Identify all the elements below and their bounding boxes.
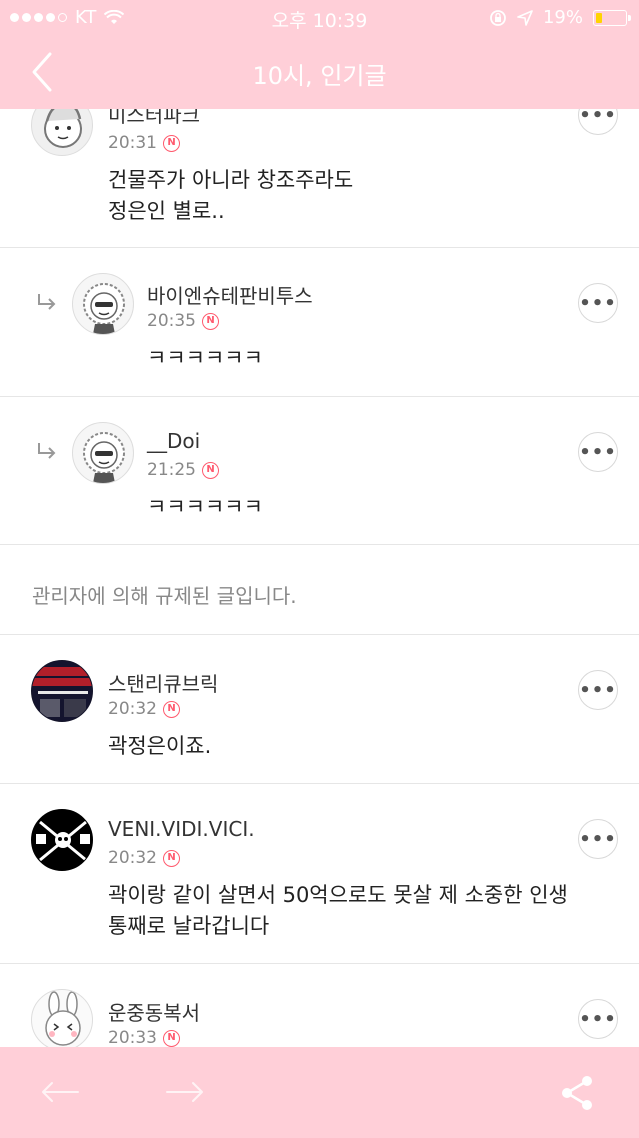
bottom-toolbar (0, 1047, 639, 1138)
more-options-button[interactable]: ••• (578, 109, 618, 135)
avatar[interactable] (31, 660, 93, 722)
comment-time: 20:32 (108, 848, 157, 868)
comment-time: 20:31 (108, 133, 157, 153)
avatar[interactable] (31, 109, 93, 156)
comment-body: ㅋㅋㅋㅋㅋㅋ (147, 492, 263, 523)
more-options-button[interactable]: ••• (578, 283, 618, 323)
more-options-button[interactable]: ••• (578, 819, 618, 859)
status-bar: KT 오후 10:39 19% (0, 0, 639, 36)
comment-username[interactable]: VENI.VIDI.VICI. (108, 817, 255, 841)
comment-meta: 21:25 N (147, 460, 219, 480)
comment-username[interactable]: __Doi (147, 429, 200, 453)
rotation-lock-icon (490, 9, 506, 26)
avatar[interactable] (31, 989, 93, 1047)
comment-username[interactable]: 스탠리큐브릭 (108, 668, 218, 697)
location-icon (517, 9, 533, 26)
comment-username[interactable]: 바이엔슈테판비투스 (147, 280, 313, 309)
comment-body: 건물주가 아니라 창조주라도 정은인 별로.. (108, 165, 353, 227)
comment-item-reply: __Doi 21:25 N ㅋㅋㅋㅋㅋㅋ ••• (0, 397, 639, 545)
comment-meta: 20:35 N (147, 311, 219, 331)
new-badge-icon: N (163, 700, 180, 718)
new-badge-icon: N (202, 312, 219, 330)
comment-item: 스탠리큐브릭 20:32 N 곽정은이죠. ••• (0, 635, 639, 784)
header-bar: KT 오후 10:39 19% 10시, 인기글 (0, 0, 639, 109)
comment-line: 곽정은이죠. (108, 734, 212, 758)
comment-line: 건물주가 아니라 창조주라도 (108, 168, 354, 192)
comment-line: ㅋㅋㅋㅋㅋㅋ (147, 495, 263, 519)
comment-username[interactable]: 미스터파크 (108, 109, 200, 128)
comment-meta: 20:32 N (108, 699, 180, 719)
comment-username[interactable]: 운중동복서 (108, 997, 200, 1026)
comment-meta: 20:32 N (108, 848, 180, 868)
new-badge-icon: N (163, 134, 180, 152)
comment-item: 미스터파크 20:31 N 건물주가 아니라 창조주라도 정은인 별로.. ••… (0, 109, 639, 248)
arrow-right-icon[interactable] (163, 1074, 207, 1110)
new-badge-icon: N (163, 1029, 180, 1047)
comment-body: ㅋㅋㅋㅋㅋㅋ (147, 343, 263, 374)
avatar[interactable] (72, 273, 134, 335)
comment-list[interactable]: 미스터파크 20:31 N 건물주가 아니라 창조주라도 정은인 별로.. ••… (0, 109, 639, 1047)
book-cover-icon (32, 661, 92, 721)
reply-arrow-icon (38, 294, 56, 310)
moderated-notice: 관리자에 의해 규제된 글입니다. (0, 545, 639, 635)
navigation-bar: 10시, 인기글 (0, 36, 639, 109)
comment-time: 21:25 (147, 460, 196, 480)
new-badge-icon: N (163, 849, 180, 867)
comment-line: 곽이랑 같이 살면서 50억으로도 못살 제 소중한 인생 (108, 883, 568, 907)
page-title: 10시, 인기글 (252, 62, 387, 90)
comment-line: 통째로 날라갑니다 (108, 914, 270, 938)
comment-meta: 20:31 N (108, 133, 180, 153)
comment-line: ㅋㅋㅋㅋㅋㅋ (147, 346, 263, 370)
arrow-left-icon[interactable] (38, 1074, 82, 1110)
comment-time: 20:35 (147, 311, 196, 331)
cartoon-face-icon (83, 283, 125, 334)
comment-time: 20:32 (108, 699, 157, 719)
more-options-button[interactable]: ••• (578, 432, 618, 472)
share-icon[interactable] (555, 1071, 599, 1115)
cartoon-face-icon (83, 432, 125, 483)
reply-arrow-icon (38, 443, 56, 459)
comment-body: 곽이랑 같이 살면서 50억으로도 못살 제 소중한 인생 통째로 날라갑니다 (108, 880, 568, 942)
more-options-button[interactable]: ••• (578, 670, 618, 710)
comment-meta: 20:33 N (108, 1028, 180, 1047)
comment-line: 정은인 별로.. (108, 199, 225, 223)
skull-emblem-icon (32, 810, 92, 870)
rabbit-face-icon (45, 991, 81, 1046)
comment-item: 운중동복서 20:33 N ••• (0, 964, 639, 1047)
battery-percent: 19% (542, 7, 583, 28)
battery-icon (593, 9, 631, 26)
comment-item-reply: 바이엔슈테판비투스 20:35 N ㅋㅋㅋㅋㅋㅋ ••• (0, 248, 639, 397)
cartoon-face-icon (44, 109, 82, 148)
status-right: 19% (489, 7, 631, 28)
comment-time: 20:33 (108, 1028, 157, 1047)
avatar[interactable] (72, 422, 134, 484)
new-badge-icon: N (202, 461, 219, 479)
avatar[interactable] (31, 809, 93, 871)
moderated-text: 관리자에 의해 규제된 글입니다. (32, 584, 297, 608)
more-options-button[interactable]: ••• (578, 999, 618, 1039)
comment-item: VENI.VIDI.VICI. 20:32 N 곽이랑 같이 살면서 50억으로… (0, 784, 639, 964)
comment-body: 곽정은이죠. (108, 731, 211, 762)
